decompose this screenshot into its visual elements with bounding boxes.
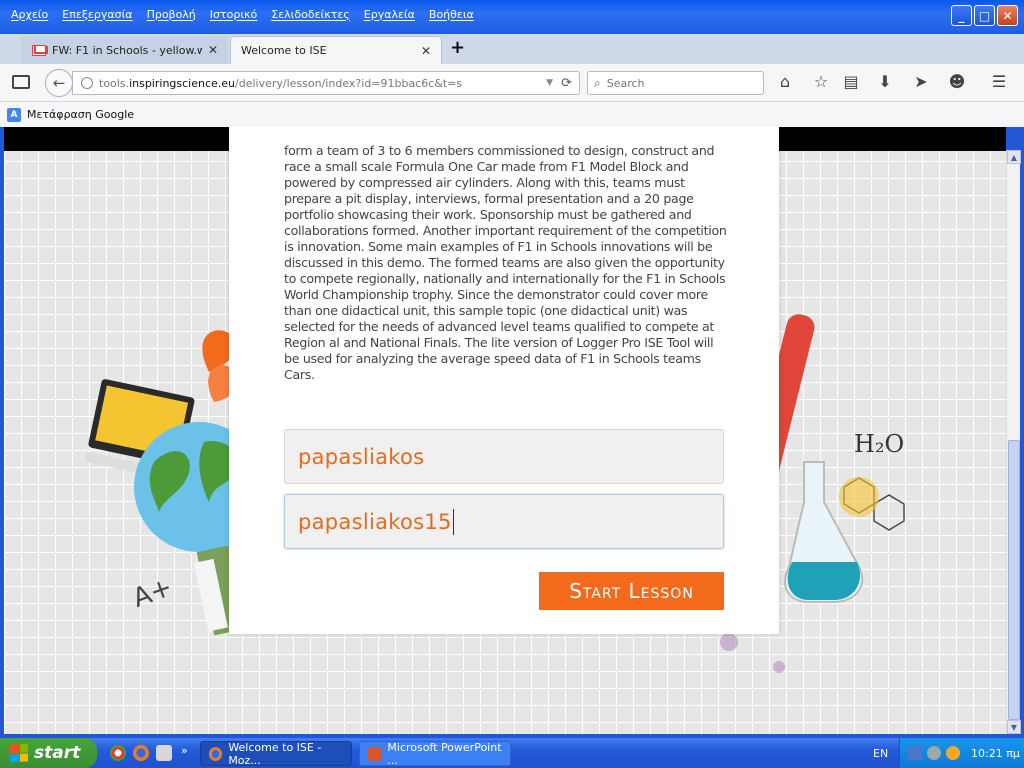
- navigation-toolbar: tools.inspiringscience.eu/delivery/lesso…: [0, 64, 1024, 102]
- tab-close-icon[interactable]: ✕: [421, 44, 431, 58]
- scroll-down-icon[interactable]: ▼: [1007, 720, 1021, 734]
- tab-label: FW: F1 in Schools - yellow.wa...: [52, 43, 202, 57]
- scrollbar-thumb[interactable]: [1008, 440, 1020, 720]
- lesson-card: form a team of 3 to 6 members commission…: [229, 127, 779, 634]
- windows-logo-icon: [10, 743, 28, 763]
- bookmark-star-icon[interactable]: ☆: [810, 72, 832, 91]
- address-bar[interactable]: tools.inspiringscience.eu/delivery/lesso…: [72, 71, 580, 95]
- language-indicator[interactable]: EN: [873, 747, 888, 760]
- send-icon[interactable]: ➤: [910, 72, 932, 91]
- task-label: Microsoft PowerPoint ...: [387, 740, 502, 767]
- reading-list-icon[interactable]: ▤: [840, 72, 862, 91]
- tab-label: Welcome to ISE: [241, 44, 327, 57]
- back-button[interactable]: ←: [45, 69, 73, 97]
- quicklaunch-more-icon[interactable]: »: [181, 744, 188, 757]
- avast-icon[interactable]: [946, 746, 960, 760]
- password-value[interactable]: papasliakos15: [298, 510, 452, 534]
- volume-icon[interactable]: [927, 746, 941, 760]
- window-titlebar: Αρχείο Επεξεργασία Προβολή Ιστορικό Σελι…: [0, 0, 1024, 34]
- url-text[interactable]: tools.inspiringscience.eu/delivery/lesso…: [99, 77, 546, 90]
- tab-welcome-ise[interactable]: Welcome to ISE ✕: [230, 36, 442, 64]
- download-icon[interactable]: ⬇: [874, 72, 896, 91]
- firefox-icon: [209, 746, 223, 761]
- url-dropdown-icon[interactable]: ▼: [546, 78, 553, 88]
- menu-bar: Αρχείο Επεξεργασία Προβολή Ιστορικό Σελι…: [0, 0, 481, 28]
- tab-strip: FW: F1 in Schools - yellow.wa... ✕ Welco…: [0, 34, 1024, 64]
- text-caret: [452, 508, 454, 535]
- taskbar-powerpoint-window[interactable]: Microsoft PowerPoint ...: [359, 740, 511, 767]
- molecule-icon: [839, 477, 905, 531]
- firefox-quicklaunch-icon[interactable]: [133, 745, 149, 761]
- tab-close-icon[interactable]: ✕: [208, 43, 218, 57]
- print-icon[interactable]: [12, 75, 30, 89]
- password-field[interactable]: papasliakos15: [284, 494, 724, 549]
- maximize-button[interactable]: □: [974, 5, 995, 26]
- task-label: Welcome to ISE - Moz...: [228, 740, 322, 767]
- reload-icon[interactable]: ⟳: [561, 76, 572, 91]
- h2o-text: H₂O: [854, 430, 904, 458]
- menu-history[interactable]: Ιστορικό: [203, 8, 265, 21]
- vertical-scrollbar[interactable]: ▲ ▼: [1006, 150, 1021, 734]
- scroll-up-icon[interactable]: ▲: [1007, 150, 1021, 164]
- start-button[interactable]: start: [0, 738, 97, 768]
- search-box[interactable]: ⌕: [587, 71, 764, 95]
- system-tray: 10:21 πμ: [899, 738, 1024, 768]
- purple-ink-splash: [720, 633, 785, 673]
- menu-help[interactable]: Βοήθεια: [422, 8, 481, 21]
- clock[interactable]: 10:21 πμ: [971, 747, 1020, 760]
- username-value[interactable]: papasliakos: [298, 445, 424, 469]
- menu-view[interactable]: Προβολή: [140, 8, 203, 21]
- menu-file[interactable]: Αρχείο: [4, 8, 55, 21]
- lesson-description: form a team of 3 to 6 members commission…: [284, 143, 727, 382]
- minimize-button[interactable]: _: [951, 5, 972, 26]
- gmail-icon: [32, 44, 46, 56]
- network-icon[interactable]: [908, 746, 922, 760]
- tab-gmail[interactable]: FW: F1 in Schools - yellow.wa... ✕: [22, 36, 228, 64]
- chrome-icon[interactable]: [110, 745, 126, 761]
- close-window-button[interactable]: ✕: [997, 5, 1018, 26]
- windows-taskbar: start » Welcome to ISE - Moz... Microsof…: [0, 738, 1024, 768]
- chat-icon[interactable]: ☻: [946, 72, 968, 91]
- taskbar-firefox-window[interactable]: Welcome to ISE - Moz...: [200, 740, 352, 767]
- menu-edit[interactable]: Επεξεργασία: [55, 8, 139, 21]
- window-controls: _ □ ✕: [951, 5, 1018, 26]
- menu-bookmarks[interactable]: Σελιδοδείκτες: [264, 8, 357, 21]
- grade-text: A+: [129, 572, 176, 614]
- search-input[interactable]: [606, 76, 747, 90]
- powerpoint-icon: [368, 746, 382, 761]
- start-lesson-button[interactable]: Start Lesson: [539, 572, 724, 610]
- hamburger-menu-icon[interactable]: ☰: [988, 72, 1010, 91]
- bookmarks-toolbar: A Μετάφραση Google: [0, 102, 1024, 127]
- start-label: start: [34, 743, 81, 763]
- username-field[interactable]: papasliakos: [284, 429, 724, 484]
- globe-icon: [81, 77, 93, 89]
- bookmark-google-translate[interactable]: Μετάφραση Google: [27, 108, 134, 121]
- home-icon[interactable]: ⌂: [774, 72, 796, 91]
- menu-tools[interactable]: Εργαλεία: [357, 8, 422, 21]
- skype-icon[interactable]: [156, 745, 172, 761]
- new-tab-button[interactable]: +: [450, 37, 465, 58]
- google-translate-icon: A: [7, 107, 21, 122]
- page-viewport: A+ H₂O form a team of 3 to 6 members com…: [4, 127, 1006, 734]
- search-icon: ⌕: [594, 75, 601, 90]
